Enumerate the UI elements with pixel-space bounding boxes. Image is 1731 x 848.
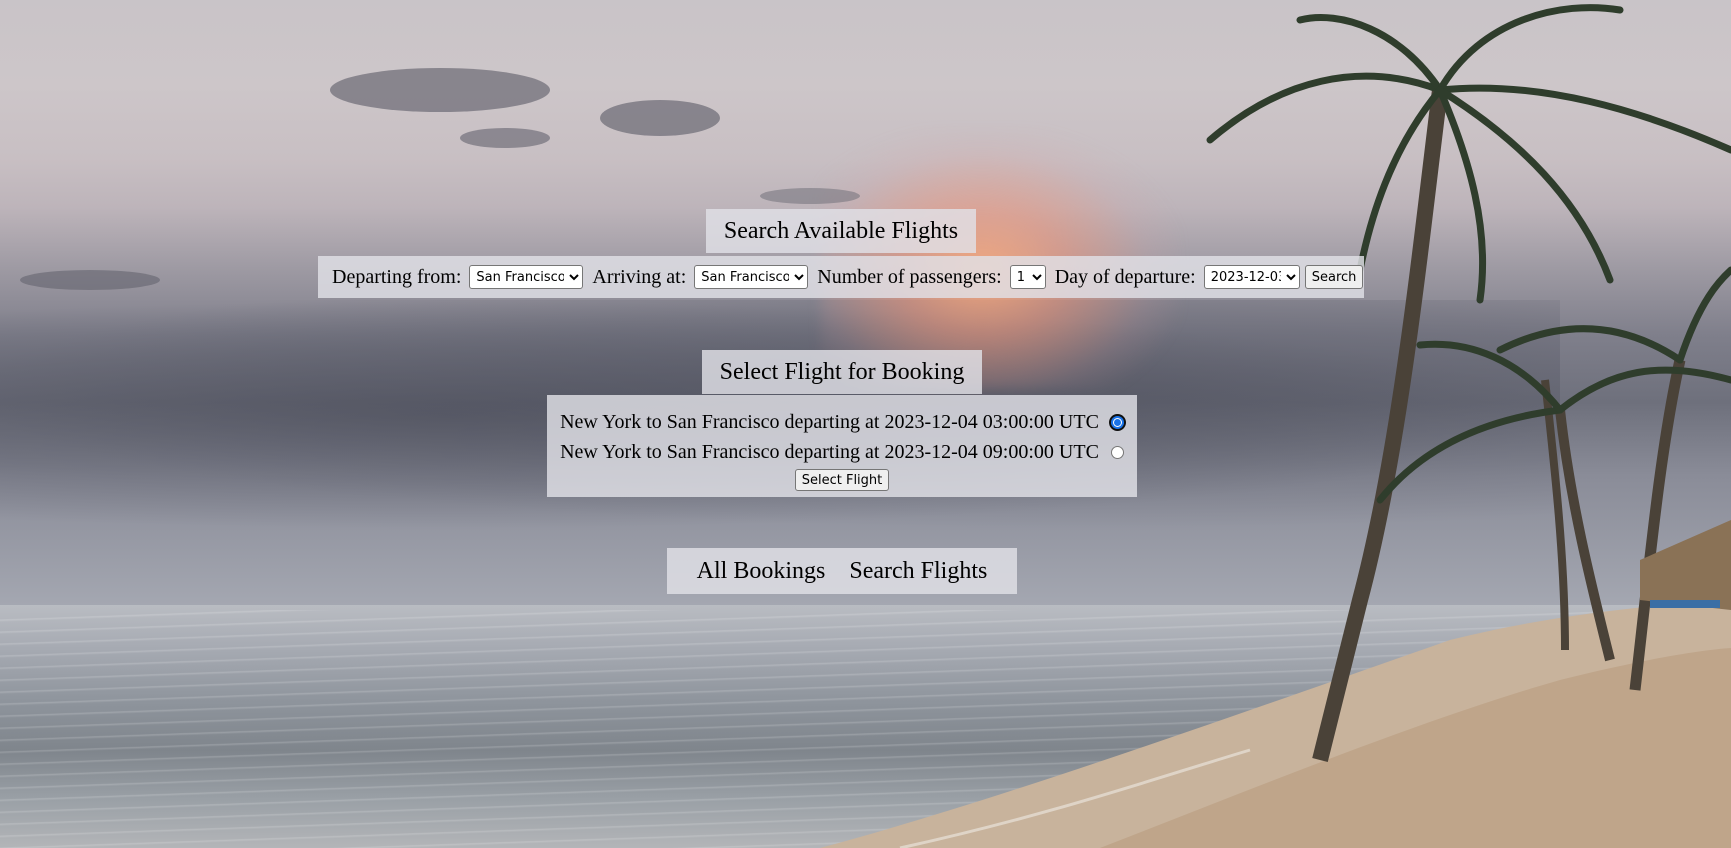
arriving-select[interactable]: San Francisco	[694, 265, 809, 289]
departure-date-label: Day of departure:	[1054, 265, 1196, 288]
flight-option-label: New York to San Francisco departing at 2…	[560, 410, 1099, 433]
search-form: Departing from: San Francisco Arriving a…	[318, 256, 1364, 298]
select-flight-button[interactable]: Select Flight	[794, 469, 890, 491]
search-button[interactable]: Search	[1304, 265, 1364, 289]
flight-option-2[interactable]: New York to San Francisco departing at 2…	[547, 437, 1137, 467]
flight-option-label: New York to San Francisco departing at 2…	[560, 440, 1099, 463]
all-bookings-link[interactable]: All Bookings	[697, 558, 826, 585]
departing-label: Departing from:	[332, 265, 462, 288]
search-flights-link[interactable]: Search Flights	[849, 558, 987, 585]
booking-title: Select Flight for Booking	[702, 350, 982, 394]
arriving-label: Arriving at:	[592, 265, 687, 288]
nav-bar: All Bookings Search Flights	[667, 548, 1017, 594]
departure-date-select[interactable]: 2023-12-03	[1203, 265, 1300, 289]
search-title: Search Available Flights	[706, 209, 976, 253]
passengers-select[interactable]: 1	[1009, 265, 1046, 289]
flight-radio-1[interactable]	[1110, 415, 1124, 429]
flight-option-1[interactable]: New York to San Francisco departing at 2…	[547, 407, 1137, 437]
departing-select[interactable]: San Francisco	[469, 265, 584, 289]
flight-radio-2[interactable]	[1110, 445, 1124, 459]
passengers-label: Number of passengers:	[817, 265, 1002, 288]
flight-list: New York to San Francisco departing at 2…	[547, 395, 1137, 497]
